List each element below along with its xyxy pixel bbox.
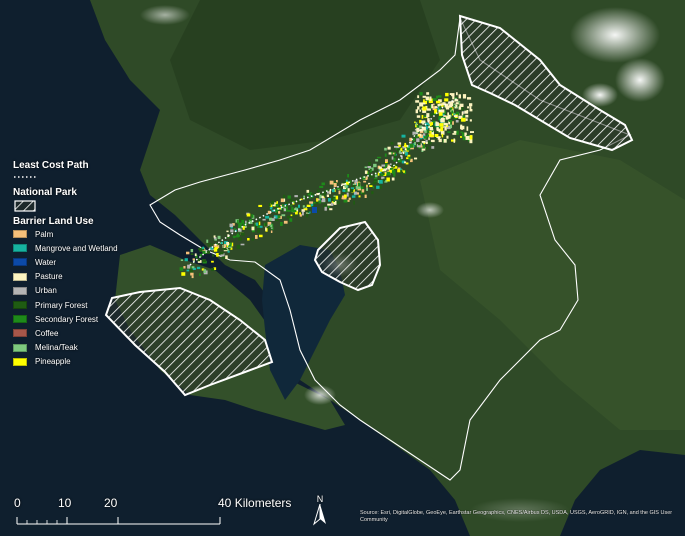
attribution-text: Source: Esri, DigitalGlobe, GeoEye, Eart…: [360, 510, 673, 523]
legend-least-cost-path-title: Least Cost Path: [13, 160, 89, 171]
legend-swatch: [13, 286, 27, 295]
legend-park-symbol: [14, 200, 36, 212]
legend-item-label: Secondary Forest: [35, 314, 99, 324]
scale-units: 40 Kilometers: [218, 496, 291, 510]
legend-swatch: [13, 343, 27, 352]
legend-item-label: Melina/Teak: [35, 343, 78, 353]
legend-item-urban: Urban: [13, 284, 183, 298]
map-view[interactable]: Least Cost Path National Park Barrier La…: [0, 0, 685, 536]
legend-swatch: [13, 230, 27, 239]
legend-item-label: Pasture: [35, 272, 63, 282]
legend-swatch: [13, 357, 27, 366]
legend-swatch: [13, 258, 27, 267]
legend: Least Cost Path National Park Barrier La…: [13, 160, 183, 369]
legend-swatch: [13, 301, 27, 310]
legend-item-label: Mangrove and Wetland: [35, 243, 118, 253]
legend-item-pasture: Pasture: [13, 270, 183, 284]
legend-item-coffee: Coffee: [13, 326, 183, 340]
legend-item-label: Primary Forest: [35, 300, 88, 310]
legend-item-primary-forest: Primary Forest: [13, 298, 183, 312]
legend-item-secondary-forest: Secondary Forest: [13, 312, 183, 326]
scale-tick-20: 20: [104, 496, 118, 510]
north-arrow-icon: [313, 503, 326, 526]
legend-swatch: [13, 272, 27, 281]
legend-swatch: [13, 244, 27, 253]
north-letter: N: [316, 494, 324, 504]
legend-item-mangrove-and-wetland: Mangrove and Wetland: [13, 241, 183, 255]
north-arrow: N: [313, 494, 327, 528]
scale-units-label: Kilometers: [234, 496, 292, 510]
legend-item-pineapple: Pineapple: [13, 355, 183, 369]
legend-barrier-title: Barrier Land Use: [13, 216, 94, 227]
legend-swatch: [13, 329, 27, 338]
legend-item-palm: Palm: [13, 227, 183, 241]
legend-item-label: Water: [35, 257, 57, 267]
scale-bar-line: [16, 517, 221, 525]
scale-bar: 0 10 20 40 Kilometers: [14, 496, 294, 530]
legend-item-label: Urban: [35, 286, 57, 296]
legend-swatch: [13, 315, 27, 324]
legend-item-label: Palm: [35, 229, 54, 239]
legend-national-park-title: National Park: [13, 187, 77, 198]
legend-item-label: Pineapple: [35, 357, 71, 367]
legend-item-label: Coffee: [35, 328, 59, 338]
legend-item-water: Water: [13, 255, 183, 269]
legend-barrier-list: Palm Mangrove and Wetland Water Pasture Urba…: [13, 227, 183, 369]
scale-tick-40: 40: [218, 496, 232, 510]
scale-tick-10: 10: [58, 496, 72, 510]
legend-item-melina-teak: Melina/Teak: [13, 341, 183, 355]
legend-path-symbol: [14, 176, 36, 178]
scale-tick-0: 0: [14, 496, 21, 510]
